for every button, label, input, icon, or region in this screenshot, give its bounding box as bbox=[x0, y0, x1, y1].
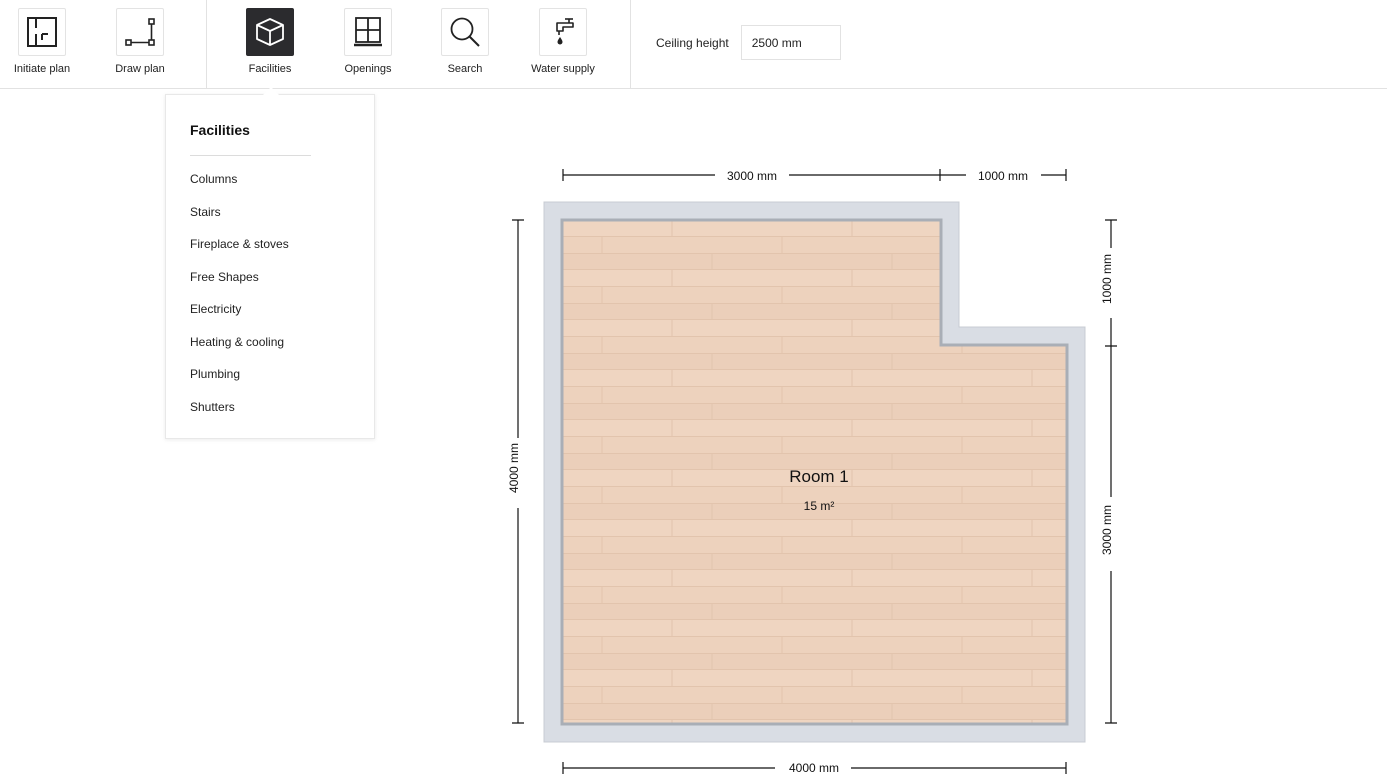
dimension-top-right-label: 1000 mm bbox=[978, 169, 1028, 183]
dimension-top-left-label: 3000 mm bbox=[727, 169, 777, 183]
floor-plan-canvas: Room 1 15 m² 3000 mm 1000 mm 4000 mm 400… bbox=[507, 169, 1117, 775]
dimension-right-bottom-label: 3000 mm bbox=[1100, 505, 1114, 555]
room-name[interactable]: Room 1 bbox=[789, 467, 849, 486]
dimension-right-top-label: 1000 mm bbox=[1100, 254, 1114, 304]
dimension-left-label: 4000 mm bbox=[507, 443, 521, 493]
dimension-bottom-label: 4000 mm bbox=[789, 761, 839, 775]
room-area: 15 m² bbox=[804, 499, 835, 513]
